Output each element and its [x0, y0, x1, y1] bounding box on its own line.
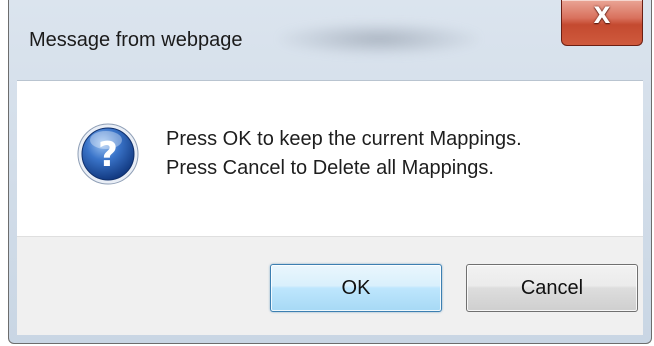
close-button[interactable]: X — [561, 0, 643, 46]
message-line-2: Press Cancel to Delete all Mappings. — [166, 157, 494, 179]
ok-button[interactable]: OK — [270, 264, 442, 312]
message-line-1: Press OK to keep the current Mappings. — [166, 128, 522, 150]
svg-text:?: ? — [98, 135, 118, 175]
close-icon: X — [593, 4, 611, 29]
button-bar: OK Cancel — [17, 236, 643, 335]
blurred-title-region — [279, 22, 479, 56]
cancel-button[interactable]: Cancel — [466, 264, 638, 312]
question-icon: ? — [77, 123, 139, 185]
dialog-title: Message from webpage — [29, 29, 243, 51]
dialog-content: ? Press OK to keep the current Mappings.… — [17, 80, 643, 237]
dialog-window: Message from webpage X ? Press OK to kee… — [8, 0, 652, 344]
dialog-message: Press OK to keep the current Mappings. P… — [166, 125, 522, 183]
title-bar[interactable]: Message from webpage X — [9, 0, 651, 80]
